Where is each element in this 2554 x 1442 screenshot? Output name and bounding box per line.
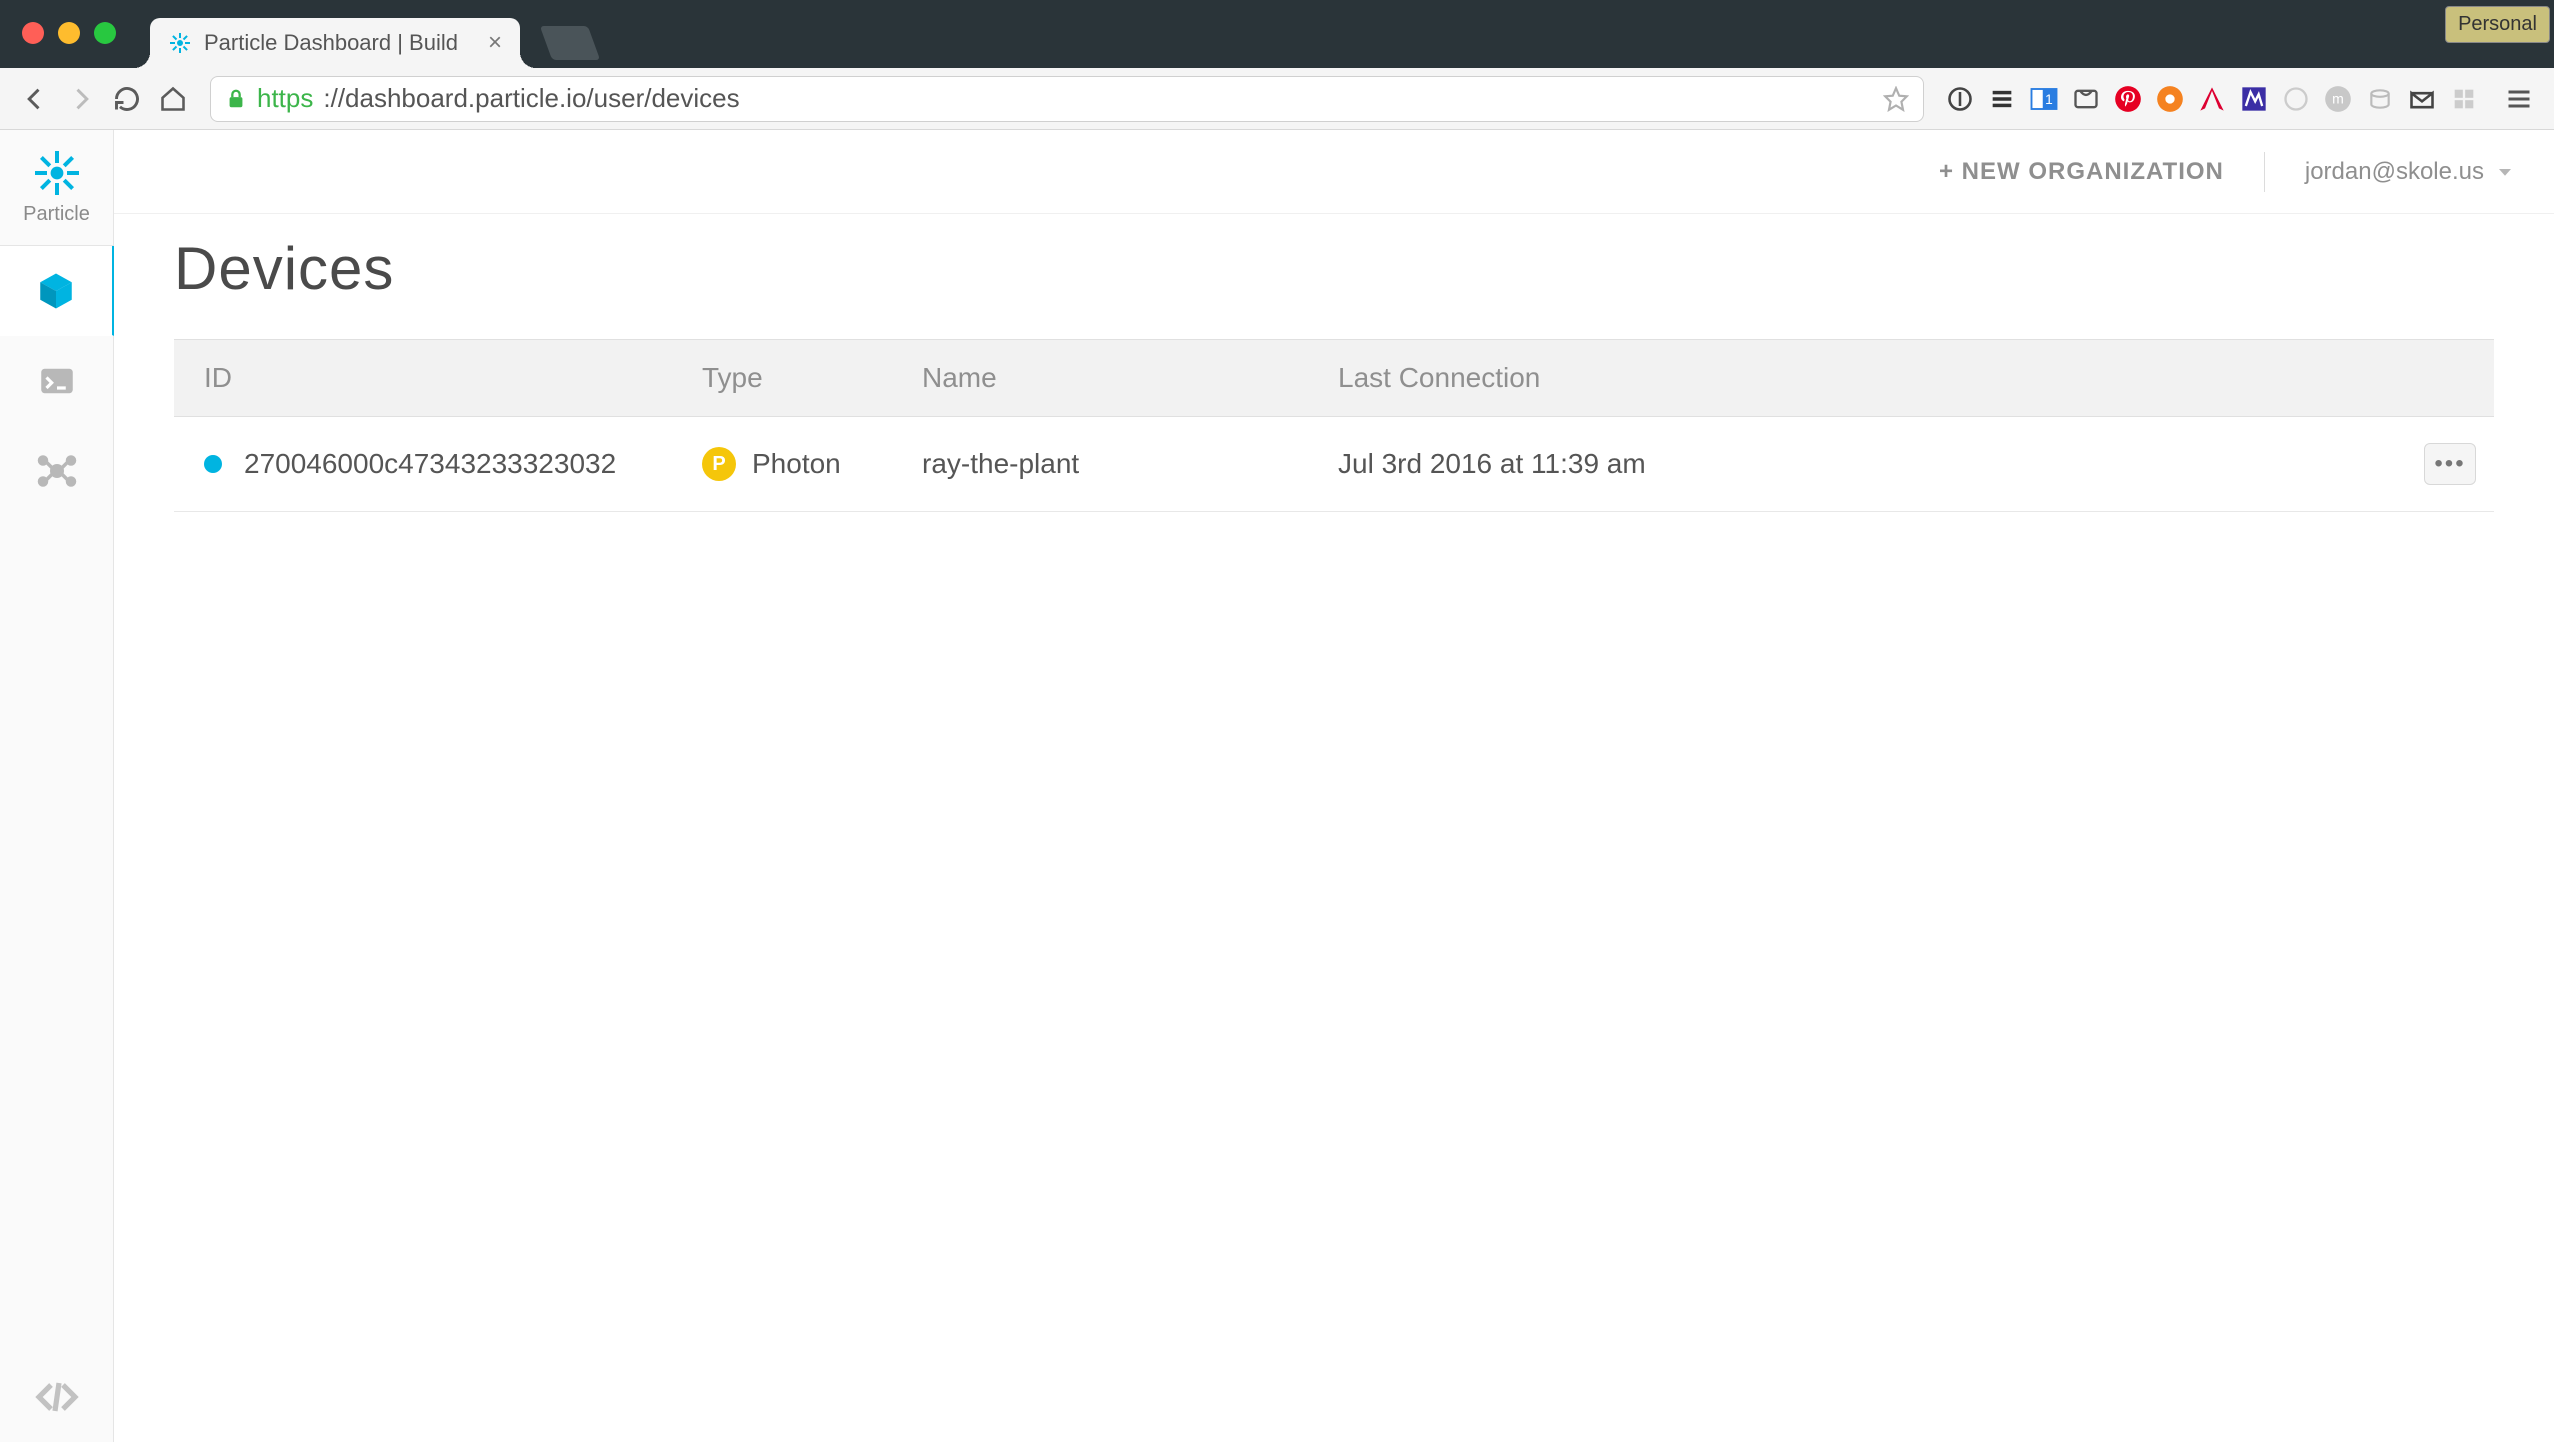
extension-icon[interactable] <box>2194 81 2230 117</box>
extension-icon[interactable]: 1 <box>2026 81 2062 117</box>
sidebar-item-integrations[interactable] <box>0 426 114 516</box>
sidebar-item-devices[interactable] <box>0 246 114 336</box>
extension-icon[interactable] <box>2278 81 2314 117</box>
device-name: ray-the-plant <box>922 448 1079 479</box>
col-header-type[interactable]: Type <box>684 340 904 417</box>
table-header-row: ID Type Name Last Connection <box>174 340 2494 417</box>
extension-icon[interactable] <box>1984 81 2020 117</box>
sidebar-item-ide[interactable] <box>0 1352 114 1442</box>
page-title: Devices <box>174 234 2494 303</box>
bookmark-star-icon[interactable] <box>1883 86 1909 112</box>
back-button[interactable] <box>16 80 54 118</box>
extension-icon[interactable] <box>2404 81 2440 117</box>
row-more-button[interactable]: ••• <box>2424 443 2476 485</box>
device-type-badge: P <box>702 447 736 481</box>
browser-tab-strip: Particle Dashboard | Build × Personal <box>0 0 2554 68</box>
profile-chip[interactable]: Personal <box>2445 6 2550 43</box>
status-dot <box>204 455 222 473</box>
extension-icon[interactable] <box>2068 81 2104 117</box>
tab-favicon <box>168 31 192 55</box>
extension-icon[interactable]: m <box>2320 81 2356 117</box>
extension-icon[interactable] <box>2446 81 2482 117</box>
url-scheme: https <box>257 83 313 114</box>
brand-label: Particle <box>23 203 90 226</box>
reload-button[interactable] <box>108 80 146 118</box>
table-row[interactable]: 270046000c47343233323032 P Photon ray <box>174 417 2494 512</box>
col-header-actions <box>2404 340 2494 417</box>
col-header-id[interactable]: ID <box>174 340 684 417</box>
main-content: + NEW ORGANIZATION jordan@skole.us Devic… <box>114 130 2554 1442</box>
lock-icon <box>225 88 247 110</box>
devices-table: ID Type Name Last Connection <box>174 339 2494 512</box>
minimize-window-button[interactable] <box>58 22 80 44</box>
user-email-label: jordan@skole.us <box>2305 158 2484 186</box>
extension-icons: 1 m <box>1942 81 2482 117</box>
extension-icon[interactable] <box>2236 81 2272 117</box>
device-id: 270046000c47343233323032 <box>244 448 616 480</box>
col-header-name[interactable]: Name <box>904 340 1304 417</box>
svg-text:1: 1 <box>2045 92 2053 107</box>
extension-icon[interactable] <box>2362 81 2398 117</box>
device-type-label: Photon <box>752 448 841 480</box>
topbar: + NEW ORGANIZATION jordan@skole.us <box>114 130 2554 214</box>
close-tab-icon[interactable]: × <box>488 29 502 57</box>
extension-icon[interactable] <box>2152 81 2188 117</box>
forward-button[interactable] <box>62 80 100 118</box>
tab-title: Particle Dashboard | Build <box>204 30 458 56</box>
user-menu[interactable]: jordan@skole.us <box>2305 158 2514 186</box>
particle-logo[interactable]: Particle <box>0 130 114 246</box>
browser-toolbar: https ://dashboard.particle.io/user/devic… <box>0 68 2554 130</box>
chevron-down-icon <box>2496 163 2514 181</box>
divider <box>2264 152 2265 192</box>
chrome-menu-icon[interactable] <box>2500 80 2538 118</box>
close-window-button[interactable] <box>22 22 44 44</box>
col-header-last[interactable]: Last Connection <box>1304 340 2404 417</box>
new-organization-button[interactable]: + NEW ORGANIZATION <box>1939 158 2224 186</box>
maximize-window-button[interactable] <box>94 22 116 44</box>
new-tab-button[interactable] <box>540 26 600 60</box>
url-path: ://dashboard.particle.io/user/devices <box>323 83 739 114</box>
extension-icon[interactable] <box>1942 81 1978 117</box>
address-bar[interactable]: https ://dashboard.particle.io/user/devic… <box>210 76 1924 122</box>
home-button[interactable] <box>154 80 192 118</box>
browser-tab[interactable]: Particle Dashboard | Build × <box>150 18 520 68</box>
device-last-connection: Jul 3rd 2016 at 11:39 am <box>1338 448 1646 479</box>
sidebar: Particle <box>0 130 114 1442</box>
window-controls <box>22 22 116 44</box>
svg-text:m: m <box>2332 90 2344 106</box>
pinterest-icon[interactable] <box>2110 81 2146 117</box>
sidebar-item-logs[interactable] <box>0 336 114 426</box>
